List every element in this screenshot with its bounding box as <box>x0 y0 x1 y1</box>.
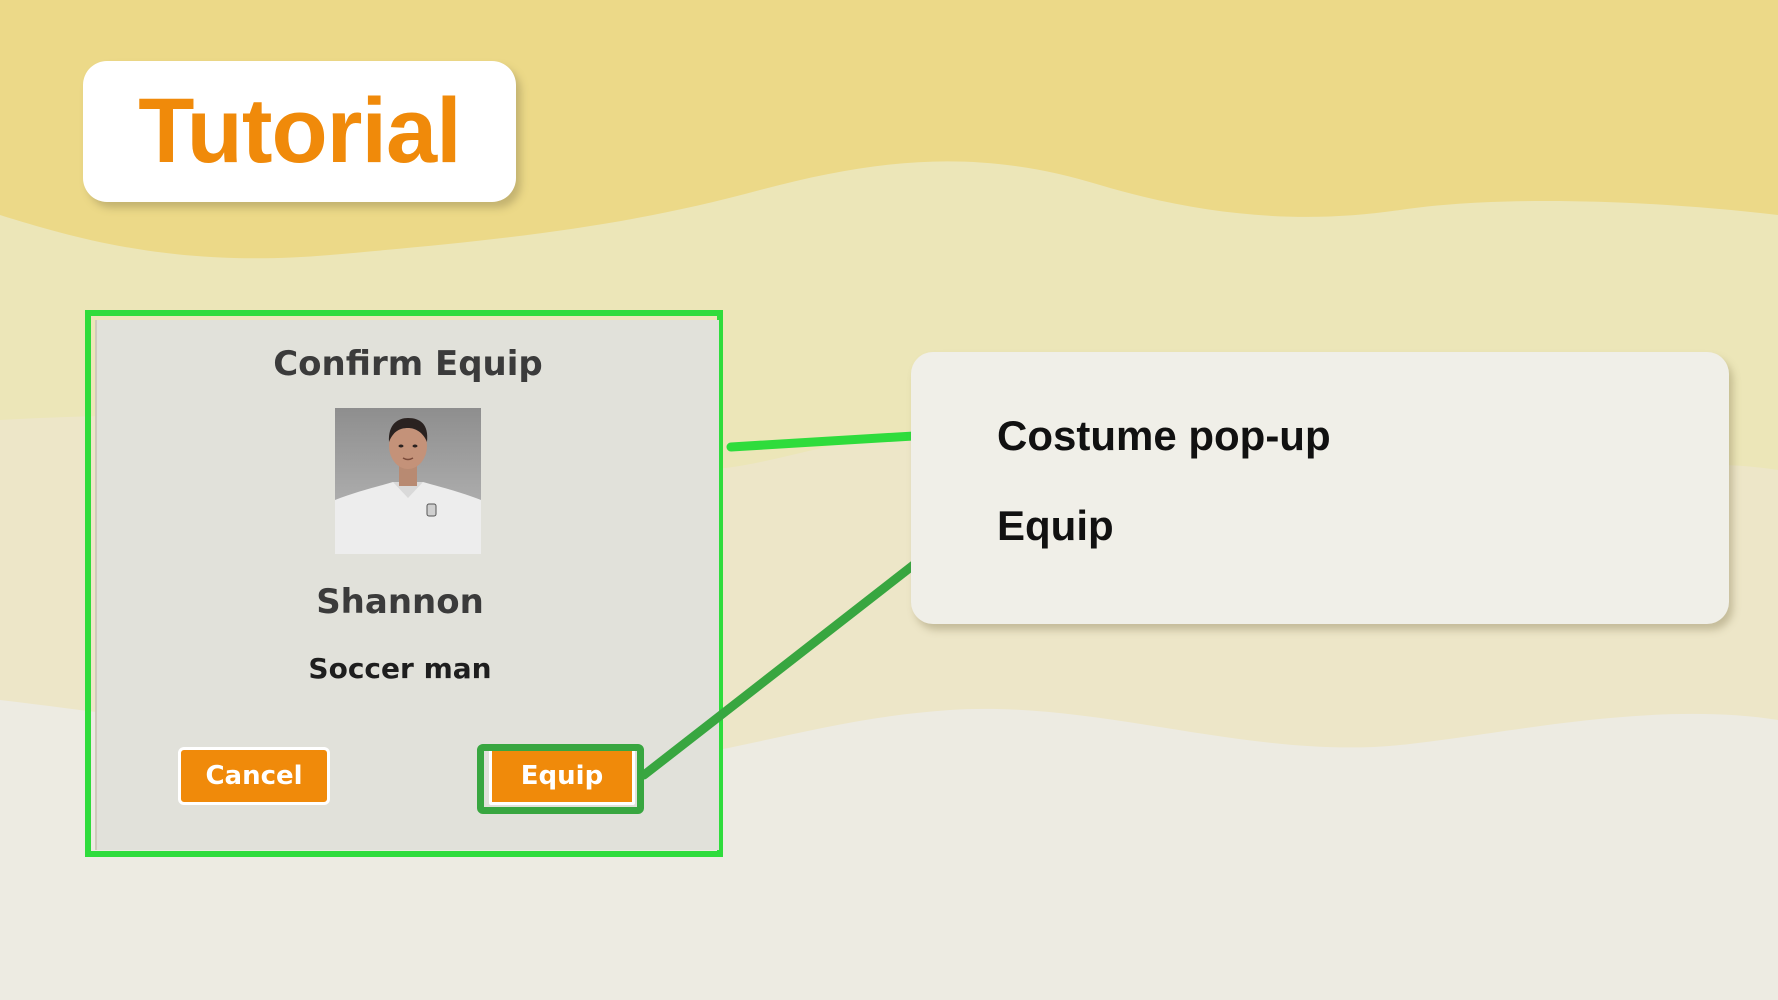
equip-button-highlight <box>477 744 644 814</box>
character-description: Soccer man <box>308 652 492 685</box>
callout-card: Costume pop-up Equip <box>911 352 1729 624</box>
tutorial-title-card: Tutorial <box>83 61 516 202</box>
tutorial-title: Tutorial <box>138 80 461 182</box>
popup-title: Confirm Equip <box>273 344 543 384</box>
character-portrait-icon <box>335 408 481 554</box>
callout-label-equip: Equip <box>997 502 1114 549</box>
callout-label-costume-popup: Costume pop-up <box>997 412 1331 459</box>
character-name: Shannon <box>316 582 484 622</box>
cancel-button[interactable]: Cancel <box>178 747 330 805</box>
